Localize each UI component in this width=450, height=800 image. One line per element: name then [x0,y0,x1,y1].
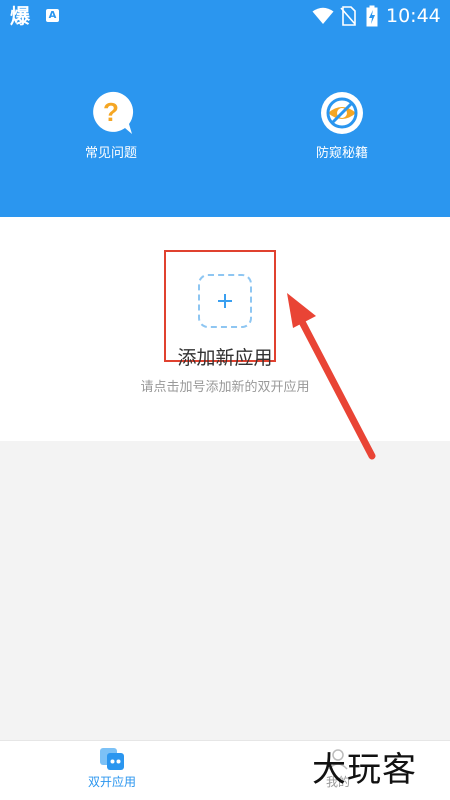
svg-text:?: ? [103,97,119,127]
faq-entry[interactable]: ? 常见问题 [51,90,171,162]
main-panel: 添加新应用 请点击加号添加新的双开应用 [0,217,450,441]
header-panel: ? 常见问题 防窥秘籍 [0,32,450,217]
nav-dual-app[interactable]: 双开应用 [52,741,172,800]
add-app-hint: 请点击加号添加新的双开应用 [140,380,310,395]
add-app-title: 添加新应用 [177,347,273,369]
watermark-text: 大玩客 [312,750,417,790]
dual-app-icon [100,748,124,770]
add-app-button[interactable] [198,274,252,328]
notification-a-icon: A [46,9,59,22]
no-peek-eye-icon [321,92,363,134]
nav-dual-app-label: 双开应用 [87,775,136,789]
status-clock: 10:44 [386,5,441,27]
status-bar: 爆 A 10:44 [0,0,450,32]
question-bubble-icon: ? [93,91,134,134]
no-sim-icon [340,6,356,26]
anti-peek-entry[interactable]: 防窥秘籍 [282,90,402,162]
notification-app-icon: 爆 [10,4,30,28]
anti-peek-label: 防窥秘籍 [315,146,368,161]
faq-label: 常见问题 [84,146,137,161]
wifi-icon [312,7,334,24]
battery-charging-icon [366,5,378,27]
